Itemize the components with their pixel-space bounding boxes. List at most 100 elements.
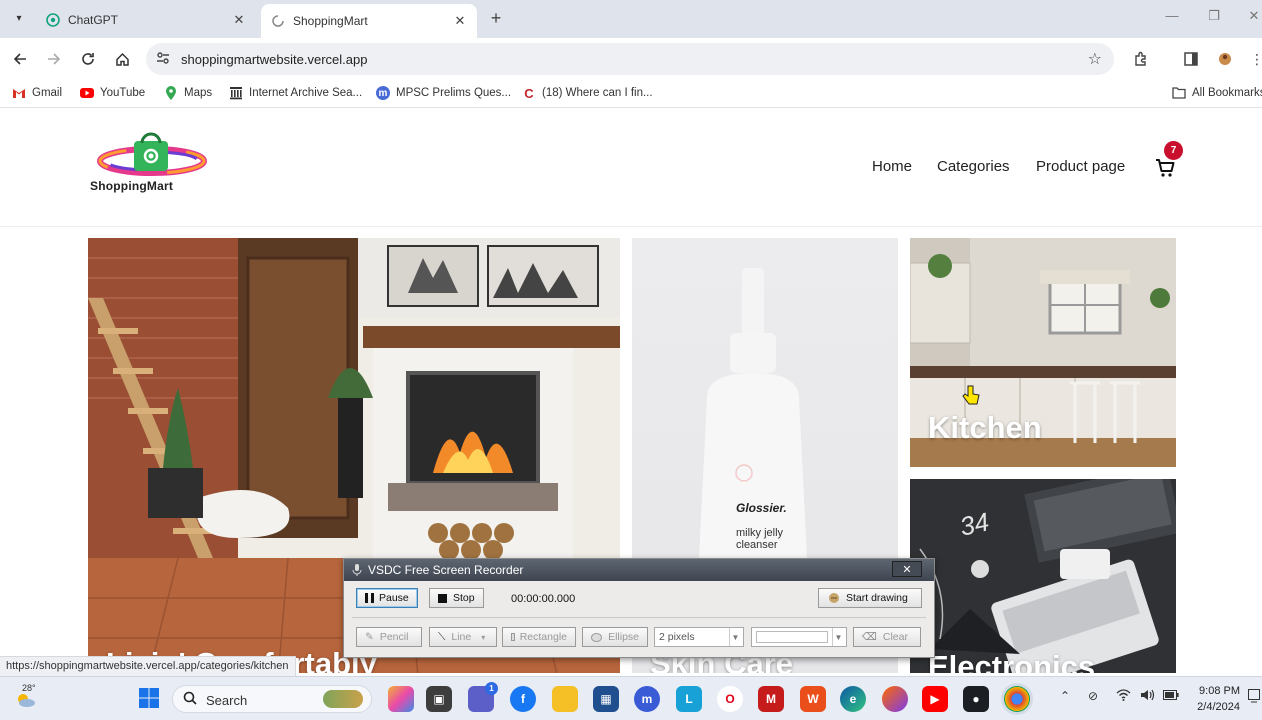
site-info-icon[interactable] [156, 51, 170, 68]
wps-icon[interactable]: W [800, 686, 826, 712]
product-name-line-2: cleanser [736, 539, 778, 551]
cart-icon[interactable] [1154, 157, 1176, 179]
side-panel-icon[interactable] [1180, 48, 1202, 70]
pause-button[interactable]: Pause [356, 588, 418, 608]
home-button[interactable] [110, 47, 134, 71]
clear-button[interactable]: ⌫ Clear [853, 627, 921, 647]
battery-icon[interactable] [1163, 689, 1179, 703]
tab-shoppingmart[interactable]: ShoppingMart ✕ [261, 4, 477, 38]
l-app-icon[interactable]: L [676, 686, 702, 712]
windows-start-icon[interactable] [138, 687, 160, 709]
line-width-select[interactable]: 2 pixels ▼ [654, 627, 744, 647]
pencil-tool-button[interactable]: ✎ Pencil [356, 627, 422, 647]
product-name-line-1: milky jelly [736, 527, 784, 539]
new-tab-button[interactable]: + [486, 8, 506, 28]
ellipse-tool-button[interactable]: Ellipse [582, 627, 648, 647]
network-off-icon[interactable]: ⊘ [1088, 689, 1098, 703]
edge-icon[interactable]: e [840, 686, 866, 712]
nav-product-page[interactable]: Product page [1036, 158, 1125, 175]
bookmark-internet-archive[interactable]: Internet Archive Sea... [229, 86, 362, 100]
forward-button[interactable] [42, 47, 66, 71]
pause-icon [365, 593, 374, 603]
recorder-title-bar[interactable]: VSDC Free Screen Recorder ✕ [344, 559, 934, 581]
cart-count-badge: 7 [1164, 141, 1183, 160]
category-card-electronics[interactable]: 34 Electronics [910, 479, 1176, 673]
close-icon[interactable]: ✕ [230, 11, 248, 29]
facebook-icon[interactable]: f [510, 686, 536, 712]
back-button[interactable] [8, 47, 32, 71]
file-explorer-icon[interactable] [552, 686, 578, 712]
category-title: Electronics [928, 649, 1096, 673]
restore-icon[interactable]: ❐ [1204, 8, 1224, 24]
category-title: Kitchen [928, 410, 1042, 445]
reload-button[interactable] [76, 47, 100, 71]
bookmark-label: YouTube [100, 87, 146, 99]
mpsc-icon: m [376, 86, 390, 100]
recorder-close-button[interactable]: ✕ [892, 561, 922, 577]
mcafee-icon[interactable]: M [758, 686, 784, 712]
bookmark-label: MPSC Prelims Ques... [396, 87, 512, 99]
line-icon: ⟍ [438, 630, 446, 643]
line-tool-button[interactable]: ⟍ Line ▾ [429, 627, 497, 647]
forward-arrow-icon [48, 53, 61, 65]
taskbar-search-box[interactable]: Search [172, 685, 372, 713]
menu-kebab-icon[interactable]: ⋮ [1246, 48, 1262, 70]
nav-categories[interactable]: Categories [937, 158, 1010, 175]
bookmark-gmail[interactable]: Gmail [12, 86, 62, 100]
tray-overflow-icon[interactable]: ⌃ [1060, 689, 1070, 703]
notifications-icon[interactable] [1248, 689, 1260, 706]
tab-chatgpt[interactable]: ChatGPT ✕ [36, 5, 256, 35]
eraser-icon: ⌫ [862, 631, 877, 643]
all-bookmarks-folder[interactable]: All Bookmarks [1172, 86, 1262, 100]
start-drawing-button[interactable]: Start drawing [818, 588, 922, 608]
address-bar[interactable]: shoppingmartwebsite.vercel.app ☆ [146, 43, 1114, 75]
task-view-icon[interactable]: ▣ [426, 686, 452, 712]
teams-chat-icon[interactable]: 1 [468, 682, 498, 712]
bookmark-youtube[interactable]: YouTube [80, 86, 145, 100]
weather-widget[interactable]: 28° [10, 681, 40, 715]
line-width-value: 2 pixels [659, 631, 695, 643]
bookmark-where-can-i[interactable]: C (18) Where can I fin... [522, 85, 652, 101]
mouse-pointer-hand-icon [962, 385, 980, 405]
site-logo[interactable]: ShoppingMart [88, 131, 218, 195]
taskbar-clock[interactable]: 9:08 PM 2/4/2024 [1196, 683, 1240, 715]
rectangle-tool-button[interactable]: Rectangle [502, 627, 576, 647]
rectangle-label: Rectangle [519, 631, 567, 643]
firefox-icon[interactable] [882, 686, 908, 712]
opera-icon[interactable]: O [717, 686, 743, 712]
bookmark-star-icon[interactable]: ☆ [1088, 49, 1102, 69]
close-icon[interactable]: ✕ [451, 12, 469, 30]
extensions-icon[interactable] [1130, 48, 1152, 70]
profile-avatar[interactable] [1214, 48, 1236, 70]
rectangle-icon [511, 633, 515, 641]
url-text[interactable]: shoppingmartwebsite.vercel.app [181, 52, 367, 67]
wifi-icon[interactable] [1116, 689, 1131, 704]
site-header: ShoppingMart Home Categories Product pag… [0, 113, 1262, 227]
github-icon[interactable]: ● [963, 686, 989, 712]
youtube-icon [80, 86, 94, 100]
tab-search-button[interactable]: ▾ [8, 7, 30, 29]
bookmark-maps[interactable]: Maps [164, 86, 212, 100]
bookmark-label: Maps [184, 87, 213, 99]
volume-icon[interactable] [1140, 689, 1155, 704]
minimize-icon[interactable]: — [1162, 8, 1182, 23]
back-arrow-icon [13, 53, 26, 65]
stop-button[interactable]: Stop [429, 588, 484, 608]
mpsc-app-icon[interactable]: m [634, 686, 660, 712]
pause-label: Pause [379, 592, 409, 604]
store-icon[interactable]: ▦ [593, 686, 619, 712]
window-close-icon[interactable]: ✕ [1244, 8, 1262, 24]
youtube-app-icon[interactable]: ▶ [922, 686, 948, 712]
category-card-kitchen[interactable]: Kitchen [910, 238, 1176, 467]
chrome-icon[interactable] [1004, 686, 1030, 712]
page-icon [271, 14, 285, 28]
nav-home[interactable]: Home [872, 158, 912, 175]
clock-time: 9:08 PM [1199, 685, 1240, 697]
quora-icon: C [524, 85, 534, 101]
clock-date: 2/4/2024 [1197, 701, 1240, 713]
color-select[interactable]: ▼ [751, 627, 847, 647]
bookmark-label: Internet Archive Sea... [249, 87, 363, 99]
bookmark-mpsc[interactable]: m MPSC Prelims Ques... [376, 86, 511, 100]
drawing-icon [827, 592, 841, 604]
copilot-icon[interactable] [388, 686, 414, 712]
